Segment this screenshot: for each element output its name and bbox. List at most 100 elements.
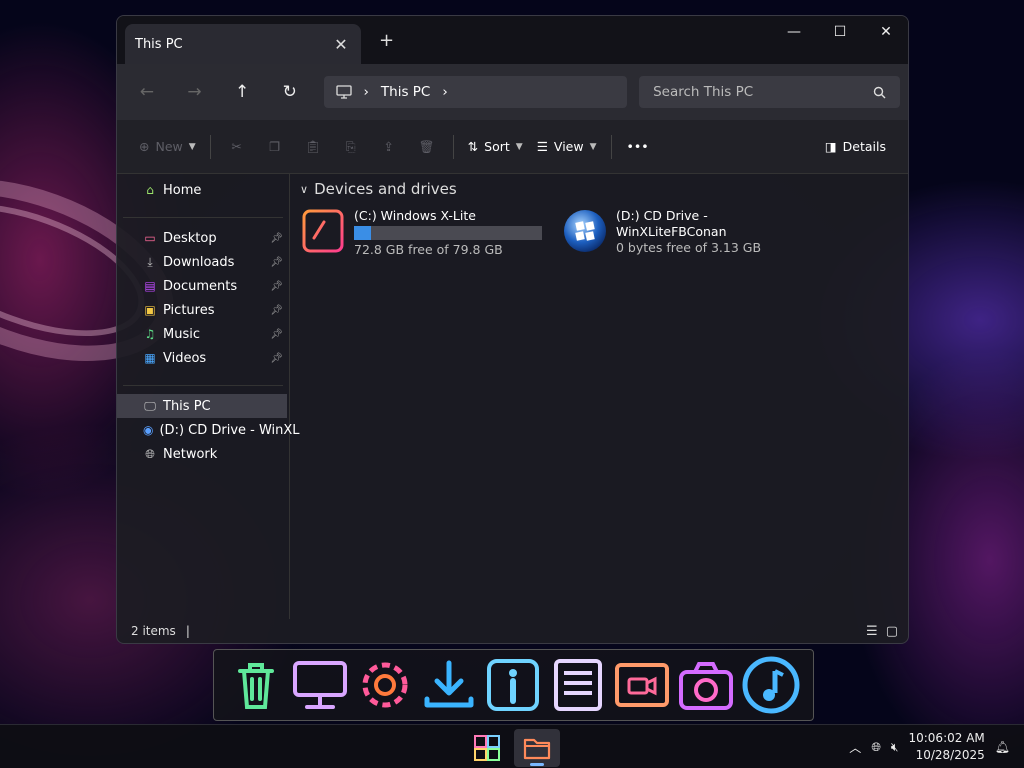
sidebar-item-home[interactable]: ⌂ Home (117, 178, 289, 202)
sidebar-item-label: Documents (163, 278, 238, 294)
dock-notes[interactable] (547, 654, 609, 716)
close-button[interactable]: ✕ (863, 16, 908, 48)
pin-icon[interactable]: 📌︎ (270, 281, 283, 292)
dock-settings[interactable] (354, 654, 416, 716)
sidebar-item-label: Home (163, 182, 202, 198)
system-tray: ︿ 🌐︎ 🔇︎ 10:06:02 AM 10/28/2025 🔔︎ (849, 725, 1024, 768)
pin-icon[interactable]: 📌︎ (270, 353, 283, 364)
download-icon (424, 660, 474, 708)
cd-drive-icon (564, 210, 606, 252)
downloads-icon: ⤓ (147, 254, 153, 269)
title-bar: This PC ✕ + — ☐ ✕ (117, 16, 908, 64)
new-tab-button[interactable]: + (379, 30, 394, 51)
dock-trash[interactable] (225, 654, 287, 716)
divider (209, 134, 211, 159)
volume-muted-icon[interactable]: 🔇︎ (891, 740, 899, 755)
drive-free-space: 0 bytes free of 3.13 GB (616, 240, 762, 255)
forward-button[interactable]: → (173, 74, 217, 110)
maximize-button[interactable]: ☐ (817, 16, 863, 48)
tray-overflow-icon[interactable]: ︿ (849, 739, 861, 756)
view-button[interactable]: ☰ View ▼ (531, 131, 603, 163)
sidebar-item-desktop[interactable]: ▭ Desktop 📌︎ (117, 226, 289, 250)
group-header[interactable]: ∨ Devices and drives (300, 180, 898, 198)
drive-name: (D:) CD Drive - WinXLiteFBConan (616, 208, 727, 239)
up-button[interactable]: ↑ (220, 74, 264, 110)
divider (123, 202, 283, 218)
drive-usage-fill (354, 226, 371, 240)
address-bar: ← → ↑ ↻ › This PC › Search This PC (117, 64, 908, 120)
sidebar-item-documents[interactable]: ▤ Documents 📌︎ (117, 274, 289, 298)
delete-icon[interactable]: 🗑︎ (409, 131, 445, 163)
tab-title: This PC (135, 36, 183, 52)
cd-drive-icon: ◉ (143, 423, 154, 437)
tab-this-pc[interactable]: This PC ✕ (125, 24, 361, 64)
breadcrumb-chevron[interactable]: › (364, 84, 369, 100)
clock[interactable]: 10:06:02 AM 10/28/2025 (908, 730, 984, 764)
sidebar-item-videos[interactable]: ▦ Videos 📌︎ (117, 346, 289, 370)
dock-music[interactable] (740, 654, 802, 716)
video-icon (615, 663, 670, 707)
pin-icon[interactable]: 📌︎ (270, 329, 283, 340)
sidebar-item-this-pc[interactable]: 🖵︎ This PC (117, 394, 287, 418)
drive-d[interactable]: (D:) CD Drive - WinXLiteFBConan 0 bytes … (562, 208, 802, 257)
sidebar-item-label: Network (163, 446, 218, 462)
more-options-button[interactable]: ••• (620, 131, 656, 163)
explorer-body: ⌂ Home ▭ Desktop 📌︎ ⤓ Downloads 📌︎ ▤ Doc… (117, 174, 908, 619)
network-globe-icon: 🌐︎ (145, 446, 155, 461)
clock-time: 10:06:02 AM (908, 731, 985, 745)
new-button[interactable]: ⊕ New ▼ (133, 131, 202, 163)
drive-name: (C:) Windows X-Lite (354, 208, 476, 223)
drive-c[interactable]: (C:) Windows X-Lite 72.8 GB free of 79.8… (300, 208, 542, 257)
sort-label: Sort (484, 139, 510, 154)
dock-video[interactable] (611, 654, 673, 716)
paste-icon[interactable]: 📋︎ (295, 131, 331, 163)
group-title: Devices and drives (314, 180, 457, 198)
minimize-button[interactable]: — (771, 16, 817, 48)
taskbar-file-explorer[interactable] (514, 729, 560, 767)
breadcrumb-this-pc[interactable]: This PC (381, 84, 430, 100)
chevron-down-icon: ▼ (188, 141, 196, 152)
dock-this-pc[interactable] (289, 654, 351, 716)
start-button-icon[interactable] (472, 733, 502, 763)
chevron-down-icon: ▼ (589, 141, 597, 152)
breadcrumb[interactable]: › This PC › (323, 76, 628, 108)
tab-close-icon[interactable]: ✕ (331, 35, 351, 54)
plus-circle-icon: ⊕ (139, 139, 150, 154)
sidebar-item-label: Downloads (163, 254, 235, 270)
tiles-view-icon[interactable]: ▢ (886, 624, 898, 639)
sidebar-item-pictures[interactable]: ▣ Pictures 📌︎ (117, 298, 289, 322)
sidebar-item-downloads[interactable]: ⤓ Downloads 📌︎ (117, 250, 289, 274)
pin-icon[interactable]: 📌︎ (270, 257, 283, 268)
cut-icon[interactable]: ✂ (219, 131, 255, 163)
pin-icon[interactable]: 📌︎ (270, 305, 283, 316)
search-input[interactable]: Search This PC (639, 76, 901, 108)
details-view-icon[interactable]: ☰ (866, 624, 878, 639)
sidebar-item-cd-drive[interactable]: ◉ (D:) CD Drive - WinXL (117, 418, 300, 442)
pin-icon[interactable]: 📌︎ (270, 233, 283, 244)
dock-camera[interactable] (675, 654, 737, 716)
notification-bell-icon[interactable]: 🔔︎ (995, 740, 1010, 754)
dock-downloads[interactable] (418, 654, 480, 716)
refresh-button[interactable]: ↻ (268, 74, 312, 110)
rename-icon[interactable]: ⎘ (333, 131, 369, 163)
divider (452, 134, 454, 159)
home-icon: ⌂ (146, 183, 154, 197)
drives-list: (C:) Windows X-Lite 72.8 GB free of 79.8… (300, 208, 898, 257)
share-icon[interactable]: ⇪ (371, 131, 407, 163)
copy-icon[interactable]: ❐ (257, 131, 293, 163)
sidebar-item-network[interactable]: 🌐︎ Network (117, 442, 289, 466)
details-button[interactable]: ◨ Details (819, 131, 892, 163)
dock-info[interactable] (482, 654, 544, 716)
chevron-down-icon: ▼ (515, 141, 523, 152)
breadcrumb-chevron[interactable]: › (442, 84, 447, 100)
sidebar-item-music[interactable]: ♫ Music 📌︎ (117, 322, 289, 346)
drive-usage-bar (354, 226, 542, 240)
network-globe-icon[interactable]: 🌐︎ (871, 740, 881, 755)
view-icon: ☰ (536, 139, 548, 154)
back-button[interactable]: ← (125, 74, 169, 110)
sort-icon: ⇅ (467, 139, 479, 154)
sort-button[interactable]: ⇅ Sort ▼ (462, 131, 529, 163)
sidebar-item-label: (D:) CD Drive - WinXL (159, 422, 300, 438)
sidebar-item-label: This PC (163, 398, 211, 414)
monitor-icon (335, 85, 352, 99)
